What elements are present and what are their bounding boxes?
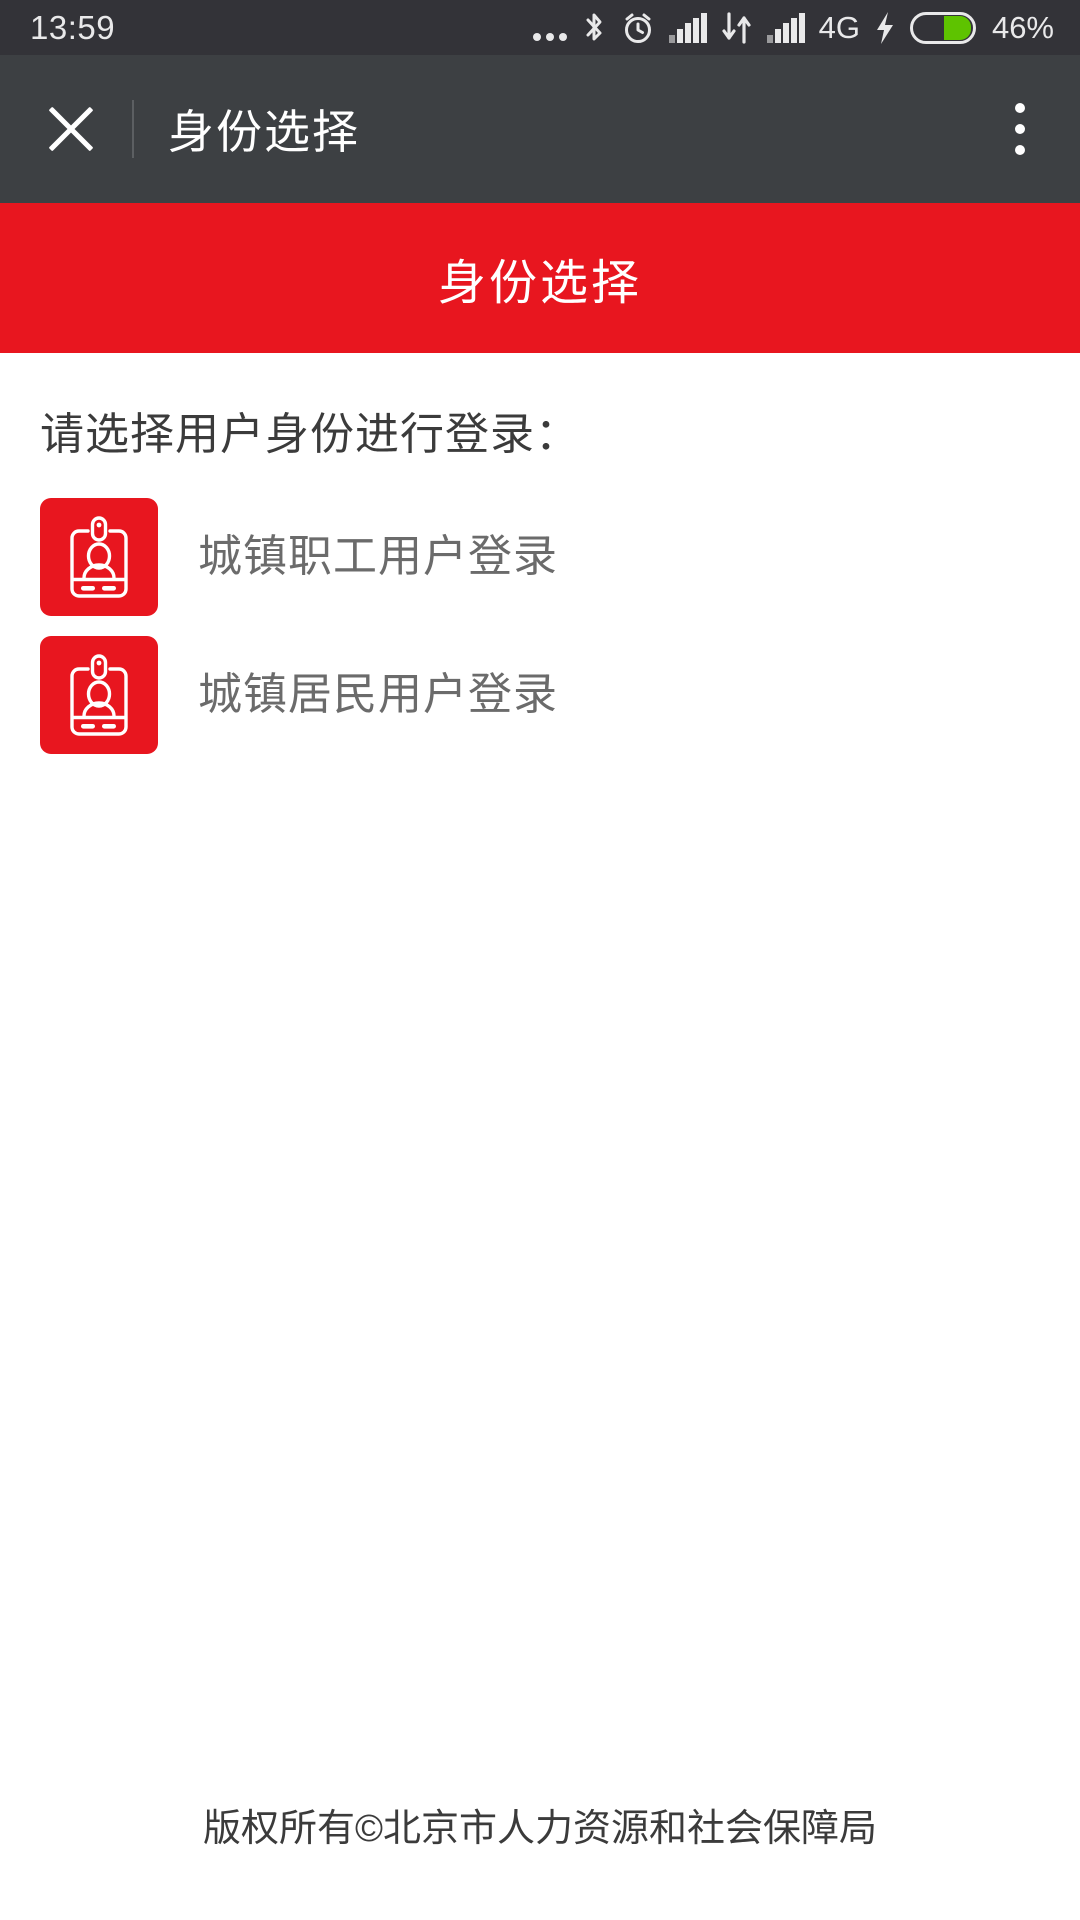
network-type-label: 4G [818, 10, 860, 45]
identity-label: 城镇职工用户登录 [198, 531, 558, 581]
prompt-text: 请选择用户身份进行登录： [40, 410, 580, 459]
signal-bars-icon-2 [766, 12, 805, 43]
page-title: 身份选择 [168, 106, 360, 158]
status-icons: 4G 46% [532, 10, 1054, 45]
identity-list: 城镇职工用户登录 城镇居民用户登录 [40, 497, 1040, 754]
status-bar: 13:59 4G 46% [0, 0, 1080, 55]
overflow-menu-icon[interactable] [990, 89, 1050, 169]
charging-bolt-icon [874, 11, 896, 45]
id-badge-icon [40, 635, 158, 754]
main-content: 请选择用户身份进行登录： 城镇职工用户登录 城镇居民用户登录 版权所有©北京市人… [0, 353, 1080, 1920]
battery-icon [909, 11, 976, 44]
alarm-clock-icon [621, 11, 655, 45]
signal-bars-icon [668, 12, 707, 43]
bluetooth-icon [581, 11, 607, 45]
app-screen: 13:59 4G 46% 身份选择 身份选择 请选择用户身份进行登录： 城镇职工… [0, 0, 1080, 1920]
data-transfer-icon [721, 11, 753, 44]
title-bar: 身份选择 [0, 55, 1080, 203]
identity-option-employee[interactable]: 城镇职工用户登录 [40, 497, 1040, 616]
title-divider [132, 100, 134, 158]
close-icon[interactable] [40, 98, 102, 160]
identity-label: 城镇居民用户登录 [198, 669, 558, 719]
id-badge-icon [40, 497, 158, 616]
more-dots-icon [532, 11, 567, 45]
battery-percent-label: 46% [991, 10, 1054, 45]
identity-option-resident[interactable]: 城镇居民用户登录 [40, 635, 1040, 754]
status-time: 13:59 [30, 9, 116, 46]
banner-title: 身份选择 [437, 257, 642, 310]
footer: 版权所有©北京市人力资源和社会保障局 [0, 1797, 1080, 1852]
copyright-text: 版权所有©北京市人力资源和社会保障局 [202, 1808, 877, 1850]
red-banner: 身份选择 [0, 203, 1080, 353]
